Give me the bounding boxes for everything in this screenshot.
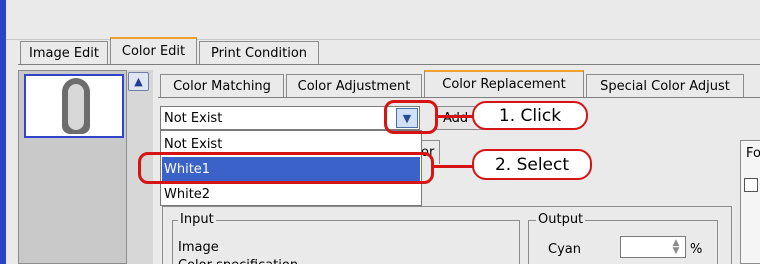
tab-print-condition[interactable]: Print Condition — [199, 41, 319, 65]
toolbar-area — [6, 0, 760, 40]
click-highlight — [384, 100, 438, 134]
input-legend: Input — [178, 212, 216, 227]
step1-connector — [436, 115, 474, 118]
cyan-label: Cyan — [548, 242, 581, 257]
tab-color-replacement[interactable]: Color Replacement — [424, 70, 584, 97]
step1-callout: 1. Click — [472, 101, 588, 130]
spinner-arrows-icon[interactable]: ▲ ▼ — [668, 238, 684, 256]
subtab-row-divider — [158, 97, 760, 98]
image-label: Image — [178, 240, 219, 255]
tab-image-edit[interactable]: Image Edit — [20, 41, 108, 65]
tab-row-divider — [18, 64, 760, 65]
rabbit-image-highlight — [68, 84, 84, 130]
tab-color-edit[interactable]: Color Edit — [110, 37, 197, 64]
color-replacement-select[interactable]: Not Exist — [160, 106, 420, 130]
output-legend: Output — [536, 212, 586, 227]
tab-special-color-adjust[interactable]: Special Color Adjust — [586, 74, 744, 98]
select-highlight — [138, 152, 434, 184]
input-next-label: Color specification — [178, 258, 298, 264]
select-value: Not Exist — [164, 110, 223, 126]
chevron-up-icon[interactable]: ▲ — [128, 72, 149, 91]
tab-color-matching[interactable]: Color Matching — [160, 74, 284, 98]
tab-color-adjustment[interactable]: Color Adjustment — [286, 74, 422, 98]
dropdown-option-white2[interactable]: White2 — [162, 182, 420, 206]
side-panel-label: Fo — [746, 146, 760, 161]
step2-connector — [432, 165, 474, 168]
step2-callout: 2. Select — [472, 149, 592, 180]
side-checkbox[interactable] — [744, 178, 758, 192]
cyan-unit: % — [690, 242, 703, 257]
